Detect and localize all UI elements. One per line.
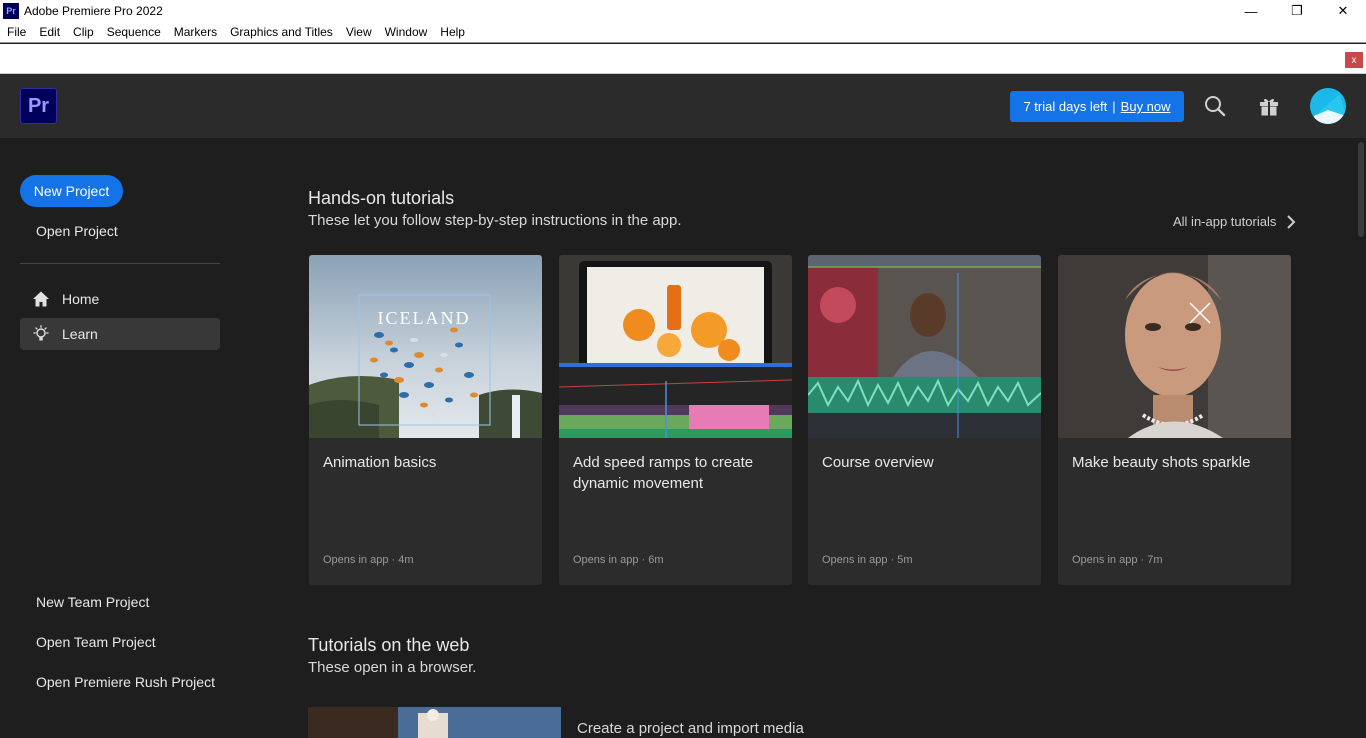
web-tutorials-title: Tutorials on the web xyxy=(308,635,470,655)
premiere-logo: Pr xyxy=(20,88,57,124)
tutorial-card-animation-basics[interactable]: ICELAND Animation basics Opens in app · … xyxy=(309,255,542,585)
tutorial-card-meta: Opens in app · 5m xyxy=(822,554,913,566)
menu-help[interactable]: Help xyxy=(433,25,471,39)
sidebar-item-label: Learn xyxy=(62,326,98,342)
search-icon[interactable] xyxy=(1203,94,1227,118)
sidebar-item-label: Home xyxy=(62,291,100,307)
tutorial-card-meta: Opens in app · 7m xyxy=(1072,554,1163,566)
thumbnail-iceland-text: ICELAND xyxy=(378,308,471,328)
new-project-button[interactable]: New Project xyxy=(20,175,123,207)
scrollbar-thumb[interactable] xyxy=(1358,142,1364,237)
all-in-app-tutorials-link[interactable]: All in-app tutorials xyxy=(1173,214,1296,229)
web-tutorial-thumbnail[interactable] xyxy=(308,707,561,738)
new-team-project-link[interactable]: New Team Project xyxy=(36,594,149,610)
maximize-button[interactable]: ❐ xyxy=(1274,0,1320,22)
trial-banner[interactable]: 7 trial days left | Buy now xyxy=(1010,91,1184,122)
open-premiere-rush-project-link[interactable]: Open Premiere Rush Project xyxy=(36,674,215,690)
open-team-project-link[interactable]: Open Team Project xyxy=(36,634,156,650)
buy-now-link[interactable]: Buy now xyxy=(1121,99,1171,114)
menu-bar: File Edit Clip Sequence Markers Graphics… xyxy=(0,22,1366,43)
menu-view[interactable]: View xyxy=(339,25,378,39)
open-project-link[interactable]: Open Project xyxy=(36,223,118,239)
premiere-app-icon: Pr xyxy=(3,3,19,19)
tutorial-card-beauty-shots[interactable]: Make beauty shots sparkle Opens in app ·… xyxy=(1058,255,1291,585)
all-in-app-tutorials-label: All in-app tutorials xyxy=(1173,214,1277,229)
menu-clip[interactable]: Clip xyxy=(66,25,100,39)
sidebar: New Project Open Project Home Learn New … xyxy=(0,138,270,738)
tutorial-card-speed-ramps[interactable]: Add speed ramps to create dynamic moveme… xyxy=(559,255,792,585)
notice-close-button[interactable]: x xyxy=(1345,52,1363,68)
tutorial-card-title: Make beauty shots sparkle xyxy=(1072,454,1251,471)
menu-edit[interactable]: Edit xyxy=(32,25,66,39)
hands-on-tutorials-subtitle: These let you follow step-by-step instru… xyxy=(308,212,682,229)
tutorial-card-title: Animation basics xyxy=(323,454,437,471)
menu-graphics-and-titles[interactable]: Graphics and Titles xyxy=(223,25,339,39)
tutorial-card-title: Add speed ramps to create dynamic moveme… xyxy=(573,454,754,492)
learn-content: Hands-on tutorials These let you follow … xyxy=(270,138,1356,738)
window-title: Adobe Premiere Pro 2022 xyxy=(24,4,163,18)
trial-days-text: 7 trial days left xyxy=(1023,99,1108,114)
menu-window[interactable]: Window xyxy=(378,25,434,39)
tutorial-thumbnail xyxy=(1058,255,1291,438)
app-header: Pr 7 trial days left | Buy now xyxy=(0,74,1366,138)
tutorial-thumbnail: ICELAND xyxy=(309,255,542,438)
tutorial-thumbnail xyxy=(559,255,792,438)
notice-bar: x xyxy=(0,44,1366,74)
avatar[interactable] xyxy=(1310,88,1346,124)
web-tutorial-title[interactable]: Create a project and import media xyxy=(577,720,804,737)
hands-on-tutorials-title: Hands-on tutorials xyxy=(308,188,455,208)
menu-file[interactable]: File xyxy=(0,25,32,39)
lightbulb-icon xyxy=(33,325,49,341)
tutorial-card-title: Course overview xyxy=(822,454,934,471)
window-controls: — ❐ ✕ xyxy=(1228,0,1366,22)
sidebar-item-home[interactable]: Home xyxy=(20,283,220,315)
tutorial-card-meta: Opens in app · 6m xyxy=(573,554,664,566)
tutorial-card-meta: Opens in app · 4m xyxy=(323,554,414,566)
menu-markers[interactable]: Markers xyxy=(167,25,223,39)
gift-icon[interactable] xyxy=(1257,94,1281,118)
chevron-right-icon xyxy=(1287,214,1296,229)
trial-separator: | xyxy=(1112,99,1116,114)
main-scrollbar[interactable] xyxy=(1356,138,1366,738)
minimize-button[interactable]: — xyxy=(1228,0,1274,22)
sidebar-divider xyxy=(20,263,220,264)
close-button[interactable]: ✕ xyxy=(1320,0,1366,22)
web-tutorials-subtitle: These open in a browser. xyxy=(308,659,477,676)
avatar-graphic xyxy=(1310,88,1346,124)
tutorial-thumbnail xyxy=(808,255,1041,438)
title-bar: Pr Adobe Premiere Pro 2022 — ❐ ✕ xyxy=(0,0,1366,22)
menu-sequence[interactable]: Sequence xyxy=(100,25,167,39)
home-icon xyxy=(33,291,49,307)
sidebar-item-learn[interactable]: Learn xyxy=(20,318,220,350)
tutorial-card-course-overview[interactable]: Course overview Opens in app · 5m xyxy=(808,255,1041,585)
